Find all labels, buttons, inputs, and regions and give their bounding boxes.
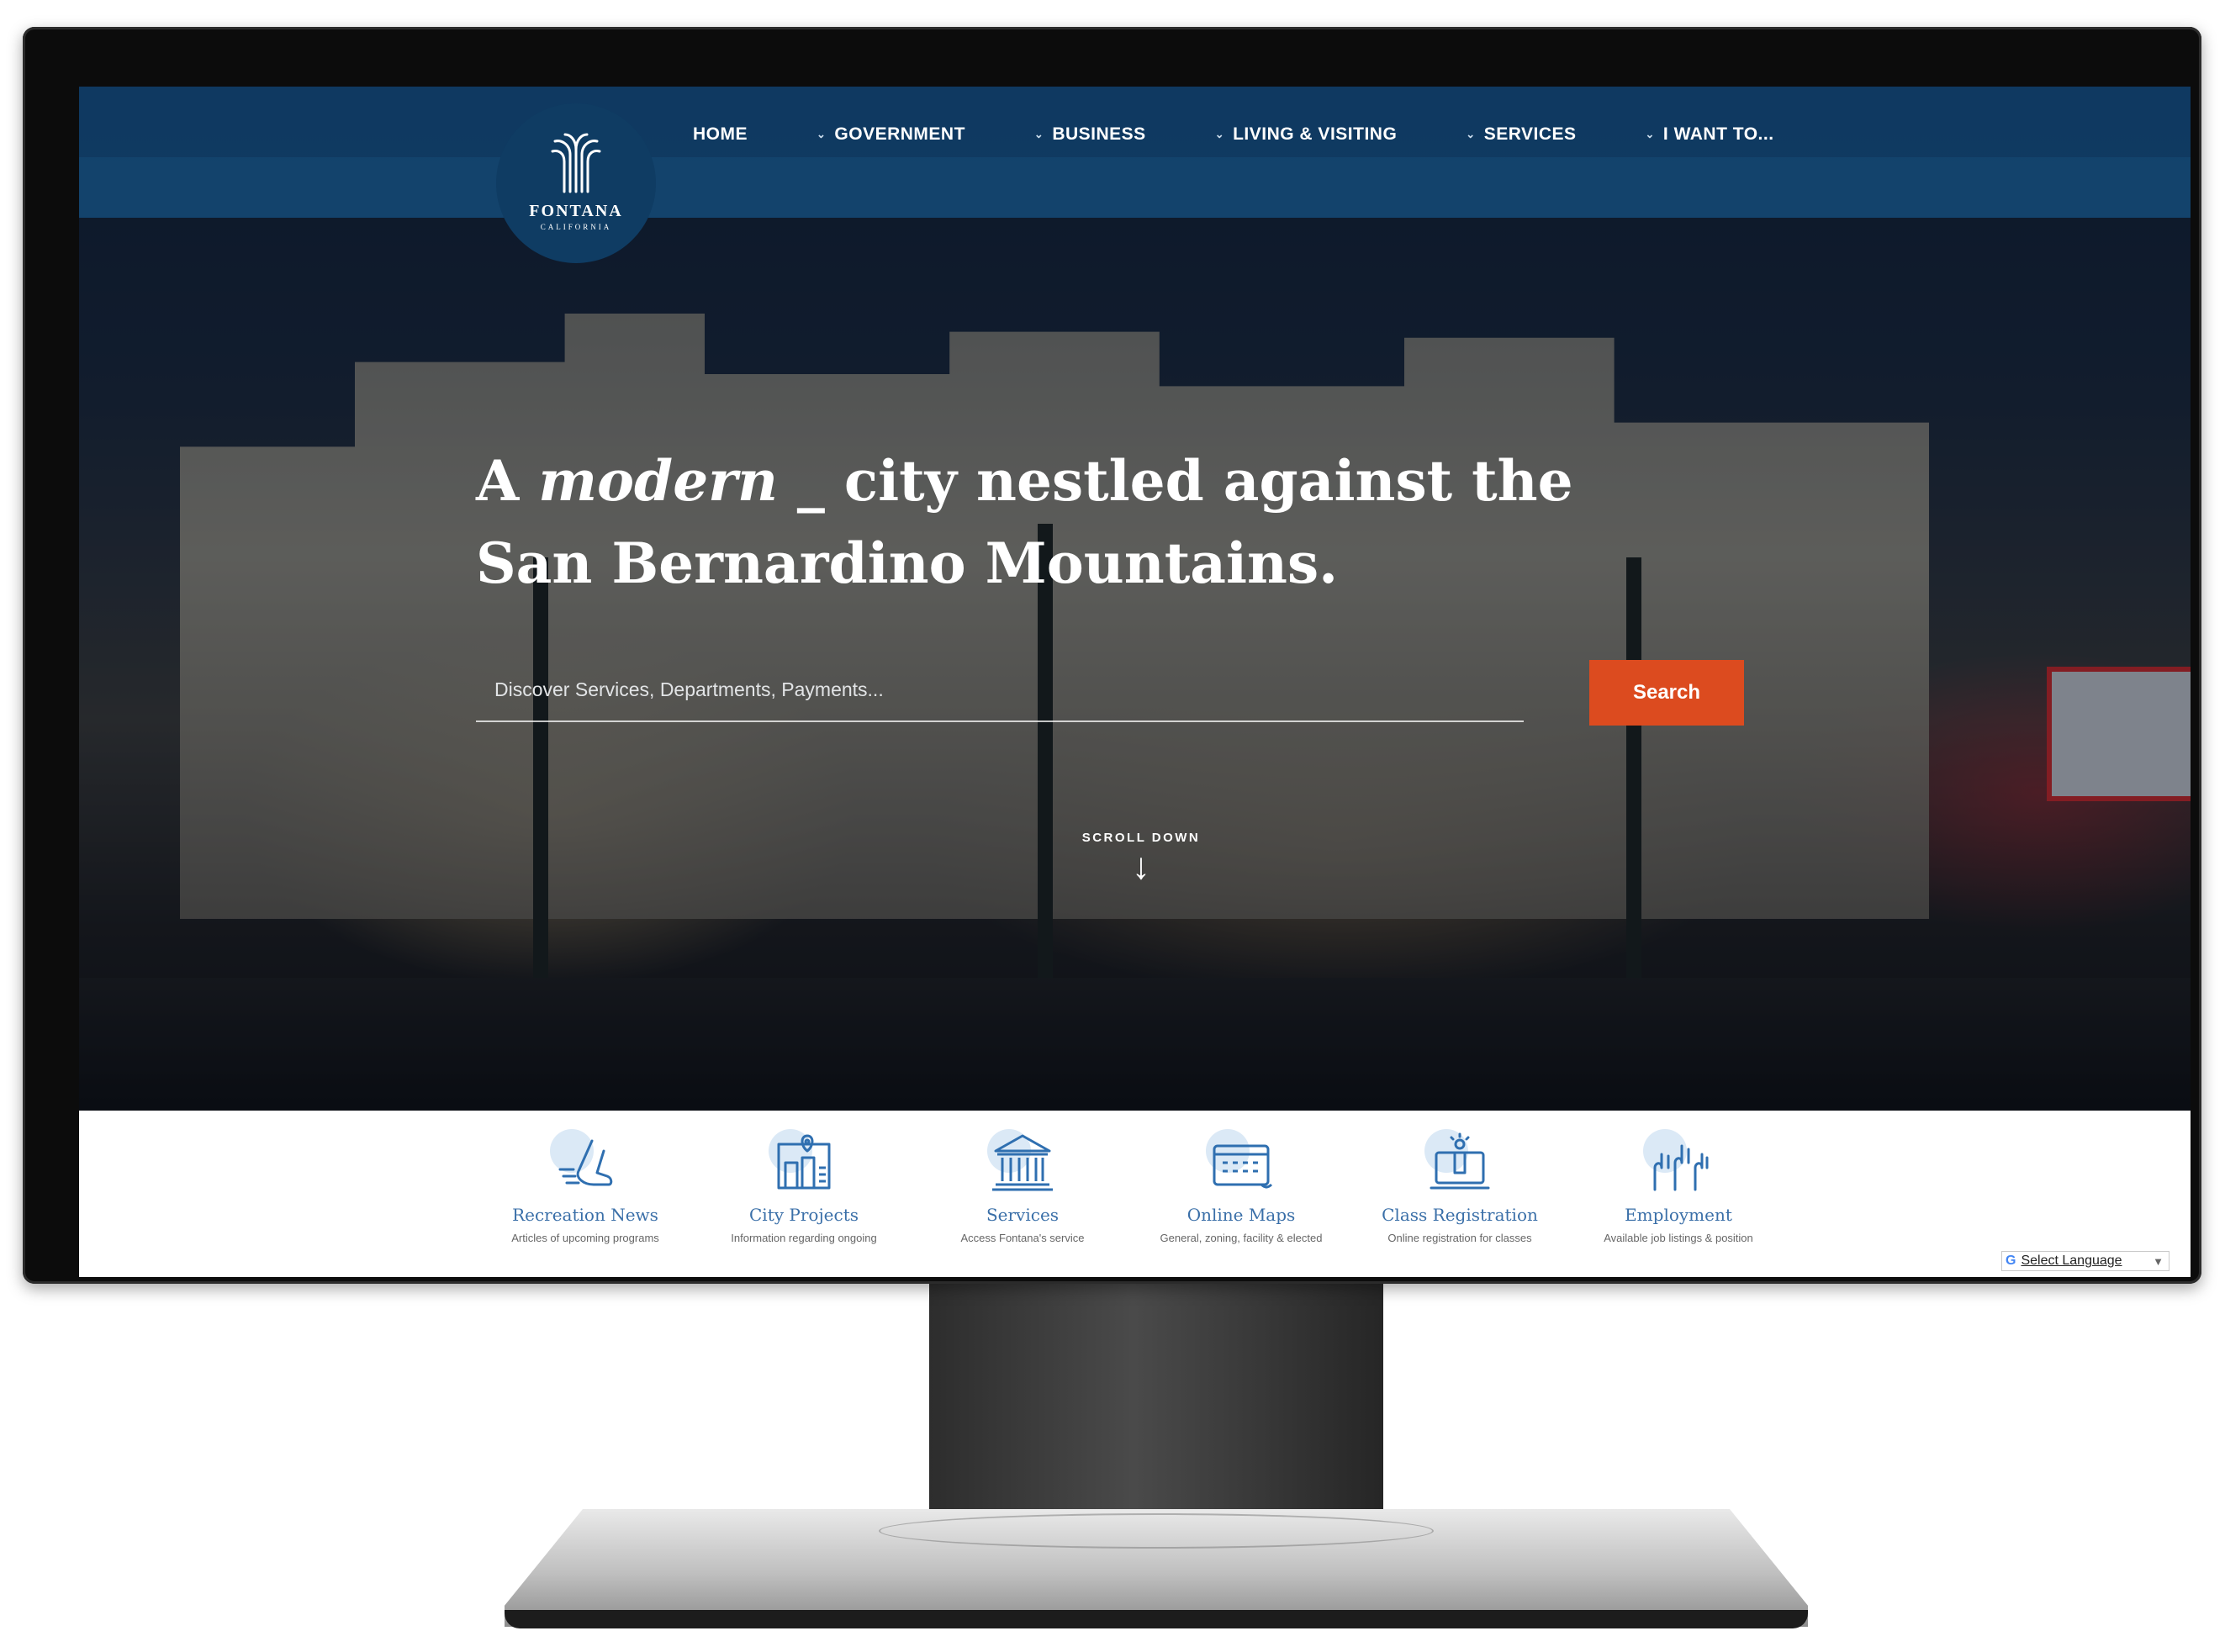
nav-business[interactable]: ⌄ BUSINESS [1034,124,1146,145]
quicklink-title: Employment [1625,1205,1732,1225]
quicklink-services[interactable]: Services Access Fontana's service [926,1129,1119,1244]
nav-home[interactable]: HOME [693,124,748,145]
search-button[interactable]: Search [1589,660,1744,726]
nav-living-visiting[interactable]: ⌄ LIVING & VISITING [1215,124,1398,145]
nav-government[interactable]: ⌄ GOVERNMENT [817,124,965,145]
logo-name: FONTANA [529,201,623,220]
monitor-bezel: FONTANA CALIFORNIA HOME ⌄ GOVERNMENT ⌄ B… [23,27,2201,1284]
quicklink-title: Services [986,1205,1060,1225]
hero-section: FONTANA CALIFORNIA HOME ⌄ GOVERNMENT ⌄ B… [79,87,2191,1111]
chevron-down-icon: ⌄ [1645,128,1655,140]
quicklink-description: Information regarding ongoing [731,1232,877,1244]
nav-label: LIVING & VISITING [1233,124,1398,144]
screen: FONTANA CALIFORNIA HOME ⌄ GOVERNMENT ⌄ B… [79,87,2191,1277]
raised-hands-icon [1643,1129,1714,1200]
quick-links: Recreation News Articles of upcoming pro… [79,1111,2191,1277]
headline-pre: A [476,448,539,514]
quicklink-description: Available job listings & position [1604,1232,1753,1244]
headline-emphasis: modern [538,448,778,514]
chevron-down-icon: ⌄ [1466,128,1476,140]
search-input[interactable] [476,658,1524,722]
quicklink-title: City Projects [749,1205,859,1225]
chevron-down-icon: ⌄ [1214,128,1225,140]
chevron-down-icon: ⌄ [817,128,827,140]
running-shoe-icon [550,1129,621,1200]
quicklink-description: General, zoning, facility & elected [1160,1232,1323,1244]
arrow-down-icon: ↓ [1132,846,1150,887]
quicklink-title: Class Registration [1382,1205,1538,1225]
city-map-icon [769,1129,839,1200]
logo-subtitle: CALIFORNIA [540,222,612,231]
monitor-stand-neck [929,1282,1383,1534]
quicklink-title: Online Maps [1186,1205,1296,1225]
nav-i-want-to[interactable]: ⌄ I WANT TO... [1646,124,1774,145]
quicklink-class-registration[interactable]: Class Registration Online registration f… [1363,1129,1556,1244]
nav-label: HOME [693,124,748,144]
nav-label: BUSINESS [1052,124,1146,144]
quicklink-employment[interactable]: Employment Available job listings & posi… [1582,1129,1775,1244]
quicklink-description: Articles of upcoming programs [511,1232,659,1244]
chevron-down-icon: ⌄ [1033,128,1044,140]
fontana-logo[interactable]: FONTANA CALIFORNIA [496,103,656,263]
quicklink-description: Access Fontana's service [960,1232,1085,1244]
quicklink-city-projects[interactable]: City Projects Information regarding ongo… [707,1129,901,1244]
language-select-label: Select Language [2021,1254,2122,1268]
map-calendar-icon [1206,1129,1276,1200]
quicklink-title: Recreation News [512,1205,658,1225]
hero-headline: A modern _ city nestled against the San … [476,440,1636,604]
monitor-base-edge [505,1610,1808,1628]
fountain-icon [551,133,601,193]
nav-services[interactable]: ⌄ SERVICES [1466,124,1576,145]
language-select[interactable]: G Select Language ▼ [2001,1251,2170,1271]
scroll-down-label: SCROLL DOWN [1081,831,1201,845]
government-building-icon [987,1129,1058,1200]
dropdown-arrow-icon: ▼ [2153,1254,2164,1268]
nav-label: GOVERNMENT [834,124,965,144]
google-g-icon: G [2006,1254,2016,1268]
laptop-registration-icon [1424,1129,1495,1200]
quicklink-description: Online registration for classes [1387,1232,1532,1244]
nav-label: SERVICES [1483,124,1577,144]
quicklink-recreation-news[interactable]: Recreation News Articles of upcoming pro… [489,1129,682,1244]
scroll-down-link[interactable]: SCROLL DOWN ↓ [1074,831,1208,885]
monitor-base-ring [879,1513,1434,1549]
main-nav: HOME ⌄ GOVERNMENT ⌄ BUSINESS ⌄ LIVING & … [693,113,1843,156]
nav-label: I WANT TO... [1662,124,1774,144]
quicklink-online-maps[interactable]: Online Maps General, zoning, facility & … [1144,1129,1338,1244]
